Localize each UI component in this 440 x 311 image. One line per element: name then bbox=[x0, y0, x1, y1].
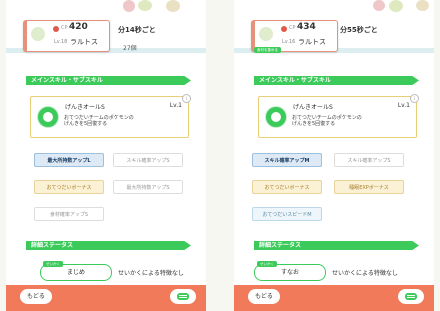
help-time: 分55秒ごと bbox=[340, 26, 378, 34]
ingredient-icon bbox=[166, 0, 180, 12]
menu-icon bbox=[177, 293, 189, 300]
subskill-chip[interactable]: おてつだいボーナス bbox=[34, 180, 104, 194]
subskill-chip[interactable]: 最大所持数アップL bbox=[34, 153, 104, 167]
level-label: Lv.18 bbox=[54, 39, 68, 45]
pokemon-name: ラルトス bbox=[70, 38, 98, 46]
subskill-chip[interactable]: 睡眠EXPボーナス bbox=[334, 180, 404, 194]
back-button[interactable]: もどる bbox=[20, 289, 52, 304]
main-skill-description: おてつだいチームのポケモンの げんきを5回復する bbox=[292, 115, 362, 127]
cp-value: 420 bbox=[69, 22, 88, 32]
subskill-chip[interactable]: 食材確率アップS bbox=[34, 207, 104, 221]
nature-row: せいかく まじめ せいかくによる特徴なし bbox=[40, 261, 190, 282]
back-button[interactable]: もどる bbox=[248, 289, 280, 304]
level-label: Lv.16 bbox=[282, 39, 296, 45]
pokemon-icon bbox=[31, 27, 45, 41]
ingredient-icon bbox=[389, 0, 403, 12]
nature-row: せいかく すなお せいかくによる特徴なし bbox=[254, 261, 404, 282]
nature-name: まじめ bbox=[66, 269, 85, 276]
subskill-chip[interactable]: スキル確率アップS bbox=[113, 153, 183, 167]
footer-bar: もどる bbox=[6, 285, 206, 311]
menu-button[interactable] bbox=[398, 289, 424, 304]
nature-effect: せいかくによる特徴なし bbox=[118, 270, 184, 277]
subskill-chip[interactable]: おてつだいボーナス bbox=[252, 180, 322, 194]
cp-value: 434 bbox=[297, 22, 316, 32]
subskill-chip[interactable]: スキル確率アップM bbox=[252, 153, 322, 167]
ingredient-icon bbox=[373, 0, 385, 11]
cp-icon bbox=[53, 26, 59, 32]
subskill-chip[interactable]: 最大所持数アップS bbox=[113, 180, 183, 194]
center-bezel bbox=[206, 0, 234, 311]
info-icon[interactable]: i bbox=[410, 94, 419, 103]
ingredient-badge: 食材を集める bbox=[254, 47, 281, 53]
cp-icon bbox=[281, 26, 287, 32]
help-time: 分14秒ごと bbox=[118, 26, 156, 34]
ingredient-count: 27個 bbox=[123, 45, 137, 52]
section-header-main-skill: メインスキル・サブスキル bbox=[26, 76, 191, 85]
info-icon[interactable]: i bbox=[182, 94, 191, 103]
nature-effect: せいかくによる特徴なし bbox=[332, 270, 398, 277]
pokemon-detail-panel-right: CP 434 Lv.16 ラルトス 分55秒ごと 食材を集める メインスキル・サ… bbox=[234, 0, 434, 311]
section-header-status: 詳細ステータス bbox=[26, 241, 191, 250]
nature-tag: せいかく bbox=[43, 261, 63, 267]
pokemon-name: ラルトス bbox=[298, 38, 326, 46]
cp-label: CP bbox=[61, 25, 68, 31]
main-skill-name: げんきオールS bbox=[293, 104, 333, 111]
right-bezel bbox=[434, 0, 440, 311]
ingredient-icon bbox=[138, 0, 152, 11]
main-skill-card[interactable]: げんきオールS Lv.1 おてつだいチームのポケモンの げんきを5回復する i bbox=[258, 94, 419, 138]
footer-bar: もどる bbox=[234, 285, 434, 311]
main-skill-card[interactable]: げんきオールS Lv.1 おてつだいチームのポケモンの げんきを5回復する i bbox=[30, 94, 191, 138]
pokemon-detail-panel-left: CP 420 Lv.18 ラルトス 分14秒ごと 27個 メインスキル・サブスキ… bbox=[6, 0, 206, 311]
ingredient-icon bbox=[416, 0, 429, 11]
main-skill-description: おてつだいチームのポケモンの げんきを5回復する bbox=[64, 115, 134, 127]
section-header-main-skill: メインスキル・サブスキル bbox=[254, 76, 419, 85]
nature-tag: せいかく bbox=[257, 261, 277, 267]
pokemon-card[interactable]: CP 420 Lv.18 ラルトス bbox=[23, 20, 110, 52]
pokemon-icon bbox=[259, 27, 273, 41]
main-skill-level: Lv.1 bbox=[397, 102, 410, 109]
main-skill-name: げんきオールS bbox=[65, 104, 105, 111]
subskill-chip[interactable]: スキル確率アップS bbox=[334, 153, 404, 167]
nature-pill[interactable]: せいかく まじめ bbox=[40, 261, 112, 281]
main-skill-level: Lv.1 bbox=[169, 102, 182, 109]
skill-icon bbox=[37, 106, 59, 128]
menu-icon bbox=[405, 293, 417, 300]
section-header-status: 詳細ステータス bbox=[254, 241, 419, 250]
menu-button[interactable] bbox=[170, 289, 196, 304]
skill-icon bbox=[265, 106, 287, 128]
ingredient-icon bbox=[123, 0, 135, 12]
subskill-chip[interactable]: おてつだいスピードM bbox=[252, 207, 322, 221]
nature-pill[interactable]: せいかく すなお bbox=[254, 261, 326, 281]
cp-label: CP bbox=[289, 25, 296, 31]
nature-name: すなお bbox=[280, 269, 299, 276]
